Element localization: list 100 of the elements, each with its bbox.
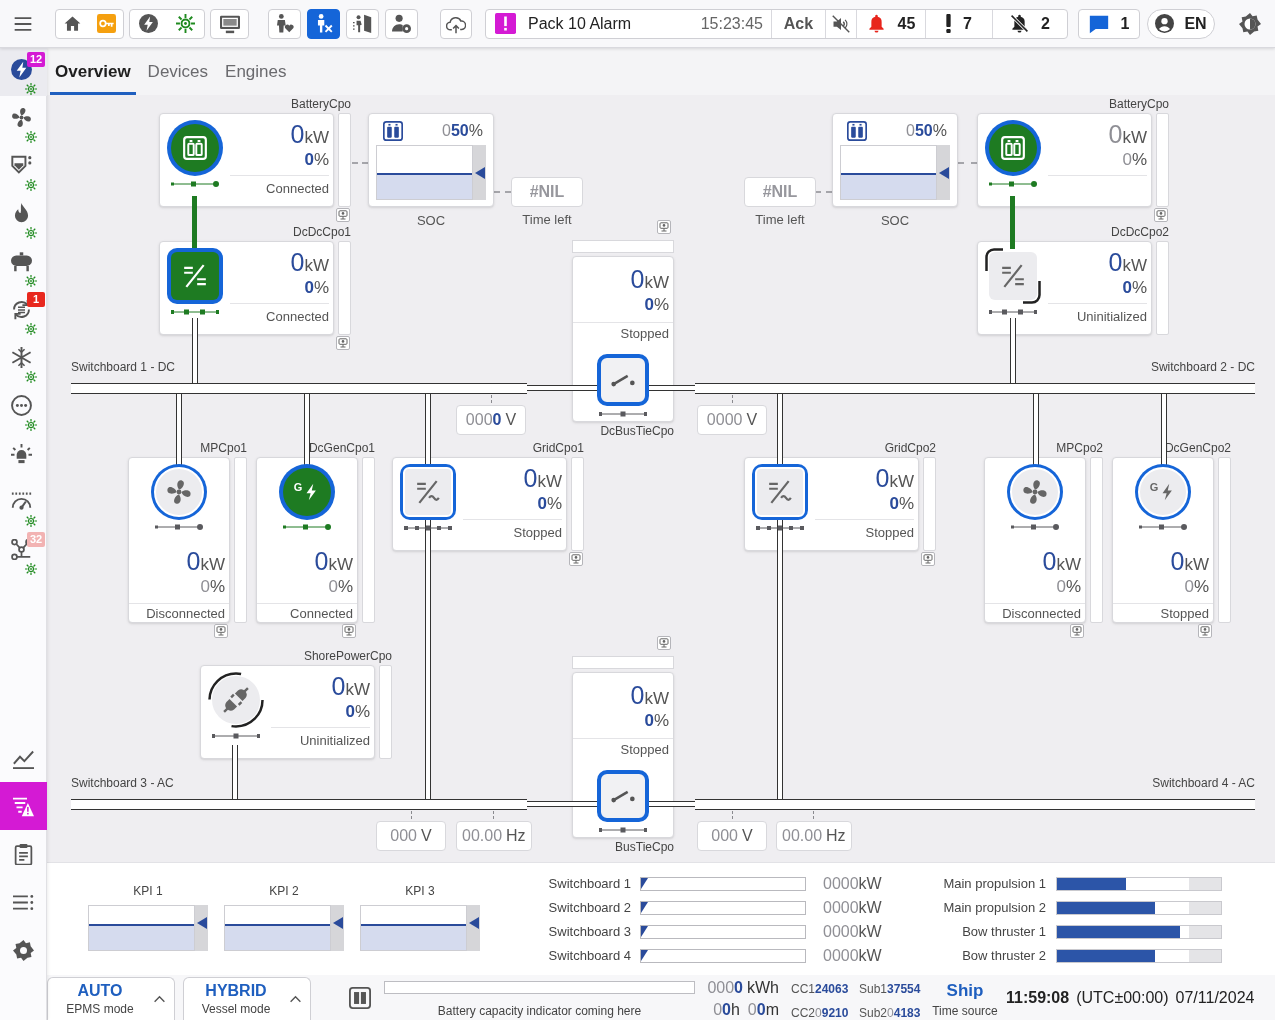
network-icon [11, 539, 32, 560]
unit-label: MPCpo2 [1056, 441, 1103, 455]
bolt-icon [139, 14, 158, 33]
limit-zone [1189, 902, 1221, 914]
cycle-icon [11, 299, 32, 320]
percent-reading: 0% [537, 493, 562, 515]
exclamation-icon [946, 14, 952, 33]
switch-line-icon [171, 180, 219, 188]
time-source-value: Ship [946, 981, 984, 1001]
bulb-icon [11, 443, 32, 464]
percent-reading: 0% [304, 149, 329, 171]
person-heart-icon [275, 14, 294, 33]
kpi-label: KPI 3 [405, 884, 435, 898]
load-label: Switchboard 1 [547, 875, 631, 894]
status-text: Stopped [620, 326, 669, 342]
bell-icon [866, 14, 886, 33]
battery-icon [383, 121, 403, 141]
dots-icon [11, 395, 32, 416]
mode-toggle[interactable] [307, 8, 340, 39]
dashed-connector [731, 811, 733, 819]
key-icon [96, 14, 116, 33]
cloud-button[interactable] [440, 8, 472, 39]
status-text: Connected [266, 309, 329, 325]
power-reading: 0kW [186, 546, 225, 576]
power-reading: 0kW [290, 247, 329, 277]
load-label: Main propulsion 2 [942, 899, 1046, 918]
switchboard-label: Switchboard 4 - AC [1152, 776, 1255, 790]
switch-line-icon [212, 732, 260, 740]
settings-button[interactable] [1238, 11, 1262, 36]
status-text: Stopped [865, 525, 914, 541]
clock-date: 07/11/2024 [1175, 987, 1255, 1008]
unit-label: DcGenCpo1 [308, 441, 375, 455]
power-reading: 0kW [1108, 119, 1147, 149]
status-text: Stopped [620, 742, 669, 758]
percent-reading: 0% [644, 710, 669, 732]
energy-reading: 0000 kWh [707, 978, 779, 998]
dashed-connector [410, 811, 412, 819]
alarm-icon [495, 13, 516, 34]
unit-label: DcDcCpo2 [1110, 225, 1169, 239]
time-left-label: Time left [522, 212, 572, 228]
unit-label: DcDcCpo1 [292, 225, 351, 239]
percent-reading: 0% [1184, 576, 1209, 598]
percent-reading: 0% [304, 277, 329, 299]
dashed-connector [493, 811, 495, 819]
power-reading: 0kW [523, 463, 562, 493]
switch-line-icon [756, 524, 804, 532]
power-reading: 0kW [875, 463, 914, 493]
monitor-icon [219, 13, 240, 34]
tab[interactable]: Devices [142, 48, 214, 95]
status-text: Connected [290, 606, 353, 622]
sidebar-tool[interactable] [0, 782, 47, 830]
sidebar-item[interactable]: 12 [0, 48, 47, 96]
time-left-readout: #NIL [511, 177, 583, 207]
generator-icon: G [279, 464, 335, 520]
percent-reading: 0% [1122, 277, 1147, 299]
time-source-label: Time source [932, 1003, 998, 1019]
bus-reading: 00.00 Hz [776, 821, 852, 851]
percent-reading: 0% [345, 701, 370, 723]
percent-reading: 0% [889, 493, 914, 515]
power-reading: 0kW [1170, 546, 1209, 576]
bucket-icon [11, 155, 32, 176]
unit-label: BatteryCpo [1108, 97, 1169, 111]
snowflake-icon [11, 347, 32, 368]
ack-button[interactable]: Ack [771, 9, 825, 38]
alarm-count-button[interactable]: 7 [925, 9, 992, 38]
sidebar-item[interactable]: 1 [0, 288, 47, 336]
load-reading: 0000kW [823, 923, 882, 940]
user-icon [1155, 14, 1175, 33]
status-text: Stopped [513, 525, 562, 541]
percent-reading: 0% [1122, 149, 1147, 171]
mode-button[interactable]: HYBRID Vessel mode [183, 977, 311, 1020]
switch-line-icon [171, 308, 219, 316]
alarm-list-icon [13, 795, 34, 817]
soc-reading: 050% [442, 121, 483, 141]
switch-line-icon [989, 180, 1037, 188]
soc-label: SOC [416, 213, 446, 229]
power-reading: 0kW [290, 119, 329, 149]
badge: 32 [27, 532, 46, 547]
bus-reading: 000 V [697, 821, 767, 851]
tab[interactable]: Engines [220, 48, 292, 95]
duration-reading: 00h [713, 1000, 740, 1020]
limit-zone [1189, 878, 1221, 890]
alarm-count-button[interactable]: 45 [856, 9, 925, 38]
status-text: Connected [266, 181, 329, 197]
power-reading: 0kW [630, 264, 669, 294]
load-label: Switchboard 4 [547, 947, 631, 966]
bell-off-icon [1010, 14, 1030, 33]
mute-icon [832, 14, 850, 33]
switch-line-icon [155, 523, 203, 531]
duration-reading: 00m [747, 1000, 779, 1020]
gauge-icon [11, 491, 32, 512]
alarm-count-button[interactable]: 2 [992, 9, 1067, 38]
chat-icon [1088, 13, 1109, 34]
status-text: Disconnected [146, 606, 225, 622]
mode-button[interactable]: AUTO EPMS mode [47, 977, 175, 1020]
messages-button[interactable]: 1 [1078, 8, 1140, 39]
language-button[interactable]: EN [1147, 8, 1215, 39]
person-door-icon [353, 14, 372, 33]
person-gear-icon [392, 14, 411, 33]
monitor-button[interactable] [210, 8, 249, 39]
